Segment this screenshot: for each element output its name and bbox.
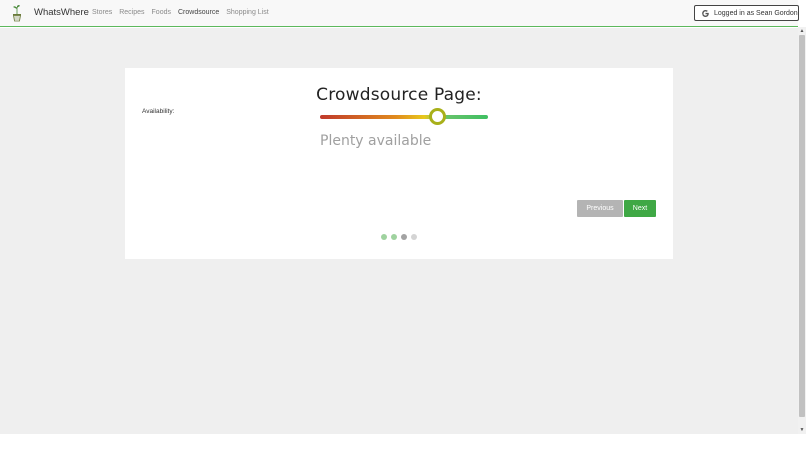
nav-link-shopping-list[interactable]: Shopping List [226,9,268,16]
availability-slider-thumb[interactable] [429,108,447,125]
login-button[interactable]: Logged in as Sean Gordon [694,5,799,21]
bottom-strip [0,434,806,453]
step-dot-2 [391,234,397,240]
main-content: Crowdsource Page: Availability: Plenty a… [0,28,798,434]
navbar: WhatsWhere Stores Recipes Foods Crowdsou… [0,0,799,27]
next-button[interactable]: Next [624,200,656,217]
crowdsource-card: Crowdsource Page: Availability: Plenty a… [125,68,673,259]
availability-label: Availability: [142,108,175,115]
availability-slider-track[interactable] [320,115,488,119]
scroll-thumb[interactable] [799,35,805,417]
vertical-scrollbar[interactable]: ▲ ▼ [798,27,806,434]
step-indicator [381,234,417,240]
nav-link-stores[interactable]: Stores [92,9,112,16]
nav-link-foods[interactable]: Foods [152,9,171,16]
step-dot-3 [401,234,407,240]
previous-button[interactable]: Previous [577,200,623,217]
nav-link-crowdsource[interactable]: Crowdsource [178,9,219,16]
availability-value: Plenty available [320,133,432,149]
step-dot-4 [411,234,417,240]
sprout-in-pot-icon[interactable] [9,4,25,22]
brand-name[interactable]: WhatsWhere [34,7,89,18]
page-title: Crowdsource Page: [316,85,482,105]
nav-link-recipes[interactable]: Recipes [119,9,144,16]
login-label: Logged in as Sean Gordon [714,9,798,17]
scroll-down-arrow-icon[interactable]: ▼ [798,427,806,433]
nav-links: Stores Recipes Foods Crowdsource Shoppin… [92,9,269,16]
step-dot-1 [381,234,387,240]
google-icon [702,9,709,17]
scroll-up-arrow-icon[interactable]: ▲ [798,28,806,34]
